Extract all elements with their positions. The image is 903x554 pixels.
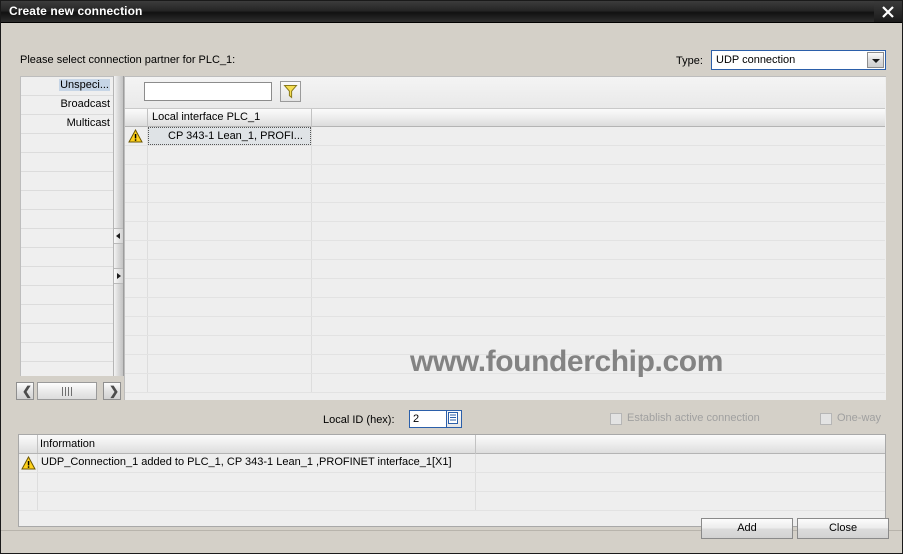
filter-button[interactable] <box>280 81 301 102</box>
table-row <box>125 317 885 336</box>
list-header-row: Local interface PLC_1 <box>125 109 885 127</box>
tree-item-unspecified[interactable]: Unspeci... <box>21 77 113 96</box>
tree-empty-row <box>21 229 113 248</box>
table-row <box>125 279 885 298</box>
tree-empty-row <box>21 172 113 191</box>
checkbox-label: One-way <box>837 412 882 424</box>
table-row[interactable]: CP 343-1 Lean_1, PROFI... <box>125 127 885 146</box>
tree-empty-row <box>21 305 113 324</box>
tree-empty-row <box>21 210 113 229</box>
chevron-left-icon: ❮ <box>22 384 33 398</box>
tree-empty-row <box>21 248 113 267</box>
list-body: CP 343-1 Lean_1, PROFI... <box>125 127 885 400</box>
connection-type-select[interactable]: UDP connection <box>711 50 886 70</box>
table-row <box>125 222 885 241</box>
chevron-right-icon: ❯ <box>109 384 120 398</box>
warning-icon <box>128 128 143 146</box>
information-row <box>19 473 885 492</box>
tree-empty-row <box>21 153 113 172</box>
tree-splitter[interactable] <box>113 76 124 376</box>
information-row <box>19 492 885 511</box>
dialog-title: Create new connection <box>9 4 143 18</box>
warning-icon <box>21 455 36 473</box>
local-id-input[interactable] <box>409 410 447 428</box>
table-row <box>125 355 885 374</box>
chevron-right-icon[interactable] <box>114 268 123 284</box>
information-message: UDP_Connection_1 added to PLC_1, CP 343-… <box>41 456 452 468</box>
tree-empty-row <box>21 267 113 286</box>
partner-list-panel: Local interface PLC_1 CP 343-1 Lean_1, P… <box>124 76 886 400</box>
value-picker-icon[interactable] <box>446 410 462 428</box>
close-button[interactable] <box>874 1 902 22</box>
tree-empty-row <box>21 324 113 343</box>
tree-item-multicast[interactable]: Multicast <box>21 115 113 134</box>
tree-item-label: Broadcast <box>60 98 110 110</box>
table-row <box>125 241 885 260</box>
information-column-header[interactable]: Information <box>40 438 95 450</box>
table-row <box>125 336 885 355</box>
connection-partner-prompt: Please select connection partner for PLC… <box>20 54 236 66</box>
tree-empty-row <box>21 286 113 305</box>
filter-input[interactable] <box>144 82 272 101</box>
tree-empty-row <box>21 134 113 153</box>
local-id-label: Local ID (hex): <box>323 414 395 426</box>
tree-horizontal-scrollbar[interactable]: ❮ ❯ <box>16 382 121 400</box>
funnel-filter-icon <box>281 85 300 104</box>
partner-category-tree[interactable]: Unspeci... Broadcast Multicast <box>20 76 113 376</box>
chevron-left-icon[interactable] <box>114 228 123 244</box>
tree-empty-row <box>21 362 113 376</box>
tree-item-label: Unspeci... <box>59 79 110 91</box>
scroll-right-button[interactable]: ❯ <box>103 382 121 400</box>
add-button[interactable]: Add <box>701 518 793 539</box>
table-row <box>125 184 885 203</box>
checkbox-box <box>820 413 832 425</box>
scroll-left-button[interactable]: ❮ <box>16 382 34 400</box>
information-panel: Information UDP_Connection_1 added to PL… <box>18 434 886 527</box>
close-dialog-button[interactable]: Close <box>797 518 889 539</box>
grip-icon <box>62 387 74 396</box>
information-header-row: Information <box>19 435 885 454</box>
table-row <box>125 374 885 393</box>
list-item-selected[interactable]: CP 343-1 Lean_1, PROFI... <box>148 127 311 145</box>
table-row <box>125 165 885 184</box>
connection-type-value: UDP connection <box>716 54 796 66</box>
create-new-connection-dialog: Create new connection Please select conn… <box>0 0 903 554</box>
table-row <box>125 260 885 279</box>
tree-empty-row <box>21 343 113 362</box>
filter-bar <box>125 77 885 109</box>
table-row <box>125 298 885 317</box>
scrollbar-thumb[interactable] <box>37 382 97 400</box>
dialog-titlebar[interactable]: Create new connection <box>1 1 902 23</box>
checkbox-label: Establish active connection <box>627 412 760 424</box>
list-column-header[interactable]: Local interface PLC_1 <box>152 111 260 123</box>
list-item-label: CP 343-1 Lean_1, PROFI... <box>168 130 303 142</box>
tree-empty-row <box>21 191 113 210</box>
information-row[interactable]: UDP_Connection_1 added to PLC_1, CP 343-… <box>19 454 885 473</box>
tree-item-label: Multicast <box>66 117 110 129</box>
checkbox-box <box>610 413 622 425</box>
dialog-body: Please select connection partner for PLC… <box>1 23 902 553</box>
chevron-down-icon[interactable] <box>867 52 884 68</box>
tree-item-broadcast[interactable]: Broadcast <box>21 96 113 115</box>
table-row <box>125 203 885 222</box>
table-row <box>125 146 885 165</box>
type-label: Type: <box>676 55 703 67</box>
